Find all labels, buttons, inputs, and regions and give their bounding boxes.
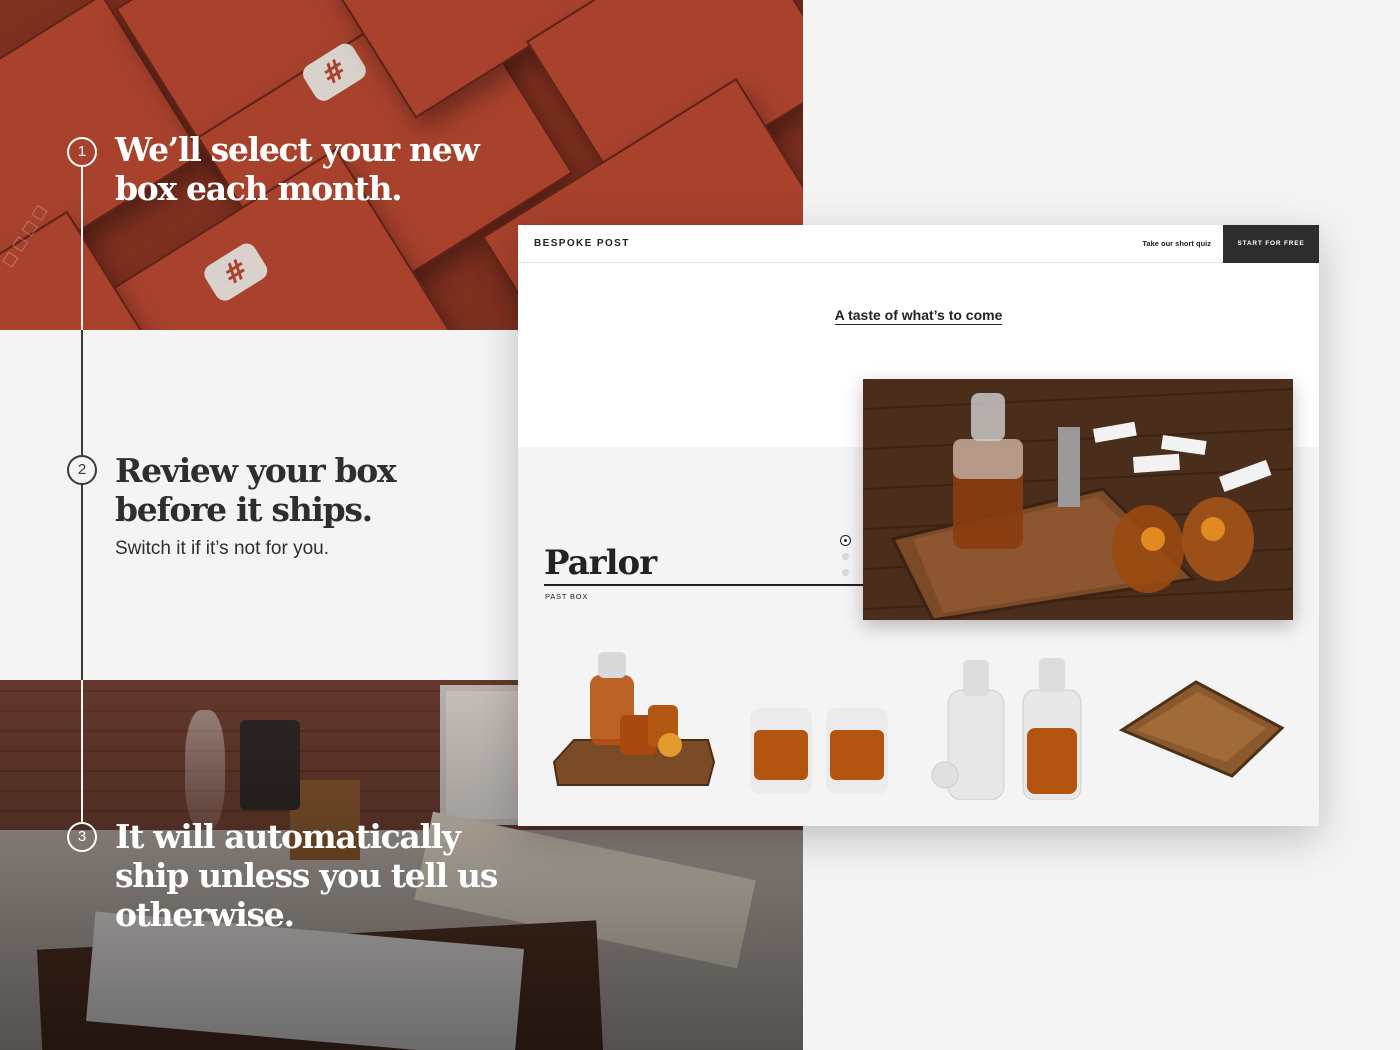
feature-photo-parlor [863,379,1293,620]
product-decanters[interactable] [923,650,1093,801]
carousel-dot-active[interactable] [840,535,851,546]
step-2-title-line: before it ships. [115,490,373,529]
quiz-link[interactable]: Take our short quiz [1142,239,1211,248]
brand-logo[interactable]: BESPOKE POST [534,238,630,249]
website-preview-card: BESPOKE POST Take our short quiz START F… [518,225,1319,826]
step-2-number: 2 [67,455,97,485]
product-decanter-set-on-tray[interactable] [548,650,718,800]
carousel-dot[interactable] [842,569,849,576]
step-2-subtitle: Switch it if it’s not for you. [115,538,330,559]
step-1-title-line: box each month. [115,169,403,208]
step-3-title-line: It will automatically [115,817,461,856]
feature-photo-illustration [863,379,1293,620]
step-3-title: It will automatically ship unless you te… [115,817,498,934]
decanters-image [931,658,1082,801]
carousel-dot[interactable] [842,553,849,560]
box-label: PAST BOX [545,592,589,601]
section-heading: A taste of what’s to come [518,307,1319,325]
step-1-number: 1 [67,137,97,167]
tagline-link[interactable]: A taste of what’s to come [834,307,1003,325]
product-rocks-glasses[interactable] [738,650,908,800]
site-header: BESPOKE POST Take our short quiz START F… [518,225,1319,263]
start-for-free-button[interactable]: START FOR FREE [1223,225,1319,263]
decanter-set-image [552,652,716,786]
divider [544,584,863,586]
wooden-tray-image [1118,680,1285,778]
box-name: Parlor [544,543,657,583]
product-wooden-tray[interactable] [1116,650,1286,800]
step-1-title-line: We’ll select your new [115,130,480,169]
timeline-line-middle [81,330,83,680]
step-3-title-line: ship unless you tell us [115,856,498,895]
hash-logo-icon: # [200,239,271,305]
step-3-title-line: otherwise. [115,895,295,934]
step-3-number: 3 [67,822,97,852]
rocks-glasses-image [750,708,888,794]
step-2-title: Review your box before it ships. [115,451,397,529]
step-1-title: We’ll select your new box each month. [115,130,480,208]
step-2-title-line: Review your box [115,451,397,490]
